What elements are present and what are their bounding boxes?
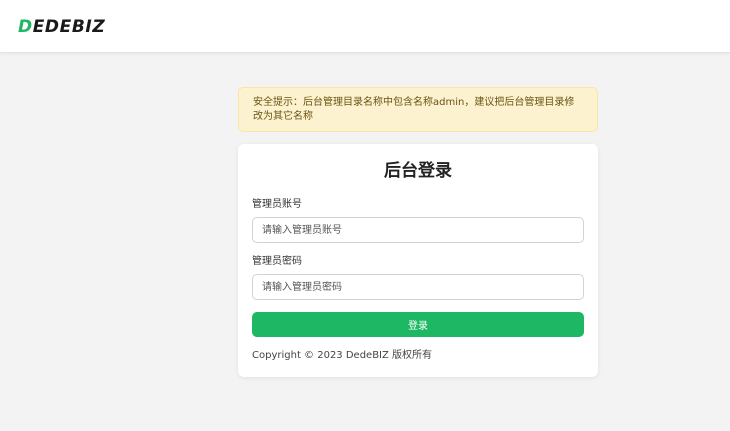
copyright-text: Copyright © 2023 DedeBIZ 版权所有 (252, 350, 433, 361)
username-label: 管理员账号 (252, 199, 302, 210)
logo-letter-d: D (18, 17, 33, 37)
login-button[interactable]: 登录 (252, 312, 584, 337)
login-card: 后台登录 管理员账号 管理员密码 登录 Copyright © 2023 Ded… (238, 144, 598, 377)
dedebiz-logo[interactable]: DEDEBIZ (18, 17, 105, 37)
security-alert-text: 安全提示：后台管理目录名称中包含名称admin，建议把后台管理目录修改为其它名称 (253, 97, 575, 122)
password-input[interactable] (252, 274, 584, 300)
logo-text: EDEBIZ (32, 17, 106, 37)
top-bar: DEDEBIZ (0, 0, 730, 53)
security-alert: 安全提示：后台管理目录名称中包含名称admin，建议把后台管理目录修改为其它名称 (238, 87, 598, 132)
username-input[interactable] (252, 217, 584, 243)
password-label: 管理员密码 (252, 256, 302, 267)
login-title: 后台登录 (384, 161, 452, 181)
